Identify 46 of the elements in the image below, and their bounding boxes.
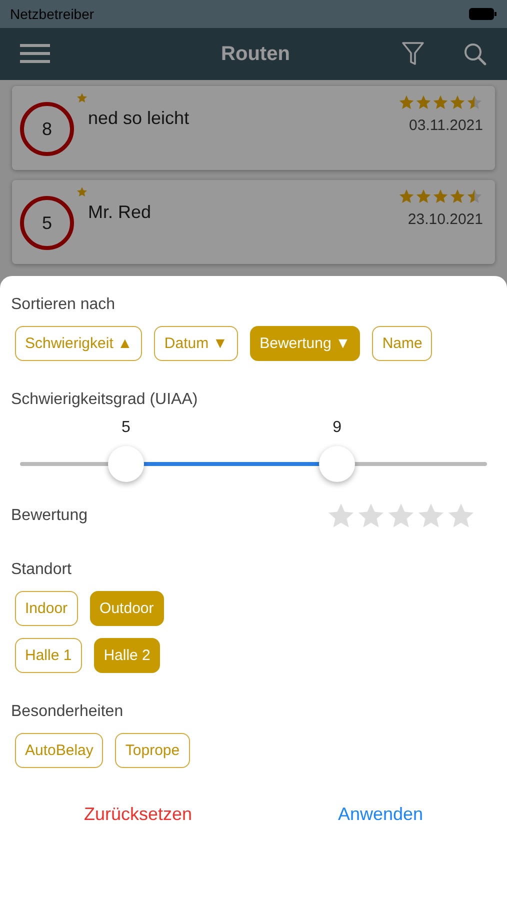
star-icon — [449, 94, 466, 111]
route-name: Mr. Red — [87, 201, 152, 224]
star-icon — [466, 94, 483, 111]
search-icon[interactable] — [463, 42, 487, 66]
filter-chip[interactable]: Halle 1 — [15, 638, 82, 673]
filter-chip[interactable]: Halle 2 — [94, 638, 160, 673]
section-title: Standort — [11, 561, 72, 579]
filter-chip[interactable]: Toprope — [115, 733, 190, 768]
star-icon — [415, 94, 432, 111]
menu-icon[interactable] — [20, 43, 50, 65]
slider-value: 9 — [332, 419, 342, 437]
range-slider[interactable] — [20, 446, 487, 482]
slider-thumb[interactable] — [319, 446, 356, 482]
slider-value: 5 — [122, 419, 130, 437]
slider-thumb[interactable] — [108, 446, 144, 482]
screen-title: Routen — [220, 42, 291, 66]
filter-icon[interactable] — [401, 41, 425, 67]
star-icon — [398, 188, 415, 205]
star-icon — [432, 188, 449, 205]
section-title: Besonderheiten — [11, 703, 124, 721]
star-icon — [449, 188, 466, 205]
battery-icon — [469, 8, 497, 20]
filter-chip[interactable]: Outdoor — [90, 591, 164, 626]
filter-chip[interactable]: Indoor — [15, 591, 78, 626]
star-icon — [398, 94, 415, 111]
route-card[interactable]: 8 ned so leicht 03.11.2021 — [12, 86, 495, 170]
star-icon — [415, 188, 432, 205]
section-title: Bewertung — [11, 507, 88, 525]
filter-chip[interactable]: Name — [372, 326, 432, 361]
filter-chip[interactable]: Bewertung ▼ — [250, 326, 360, 361]
filter-chip[interactable]: Schwierigkeit ▲ — [15, 326, 142, 361]
section-title: Schwierigkeitsgrad (UIAA) — [11, 391, 199, 409]
reset-button[interactable]: Zurücksetzen — [80, 800, 196, 829]
star-icon — [466, 188, 483, 205]
filter-chip[interactable]: AutoBelay — [15, 733, 104, 768]
filter-chip[interactable]: Datum ▼ — [154, 326, 238, 361]
apply-button[interactable]: Anwenden — [334, 800, 428, 829]
route-name: ned so leicht — [87, 107, 190, 130]
route-date: 23.10.2021 — [408, 211, 483, 228]
grade-badge: 5 — [20, 196, 74, 250]
carrier-label: Netzbetreiber — [10, 6, 94, 22]
route-card[interactable]: 5 Mr. Red 23.10.2021 — [12, 180, 495, 264]
route-date: 03.11.2021 — [409, 117, 483, 134]
section-title: Sortieren nach — [11, 296, 116, 314]
star-icon — [432, 94, 449, 111]
grade-badge: 8 — [20, 102, 74, 156]
